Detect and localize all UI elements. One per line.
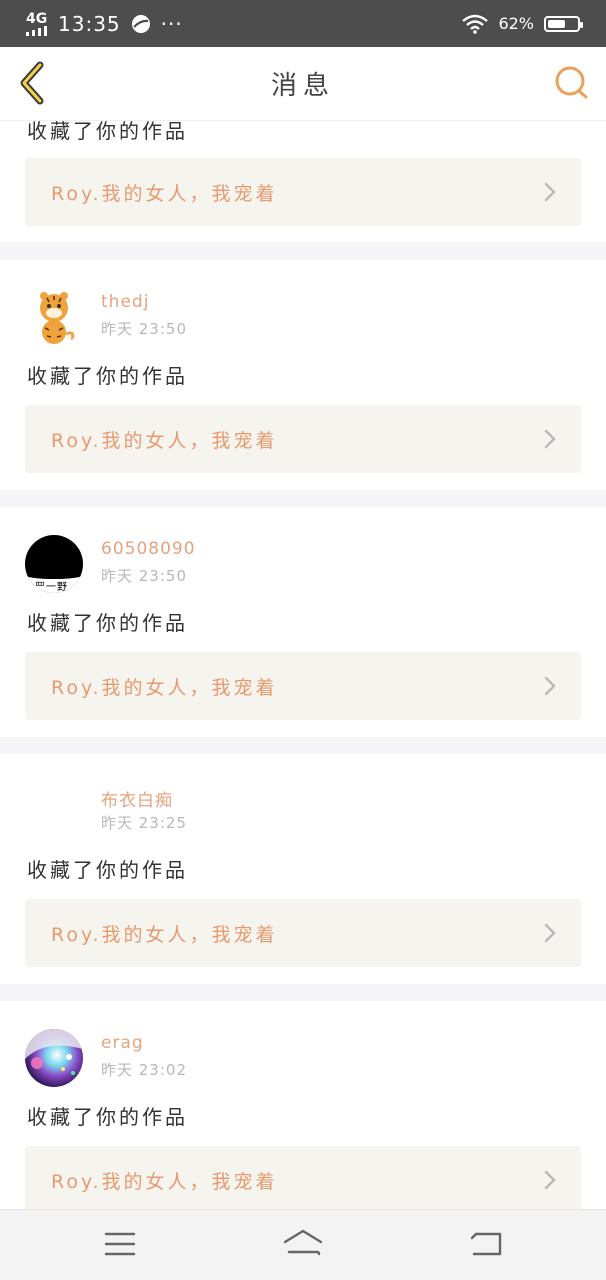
return-button[interactable] [466, 1228, 506, 1262]
work-link[interactable]: Roy.我的女人，我宠着 [25, 652, 581, 720]
signal-bars-icon [26, 25, 47, 36]
work-link[interactable]: Roy.我的女人，我宠着 [25, 158, 581, 226]
back-button[interactable] [16, 61, 50, 105]
page-title: 消息 [270, 71, 335, 101]
message-list[interactable]: 收藏了你的作品 Roy.我的女人，我宠着 thedj 昨天 23:50 收藏了你… [0, 121, 606, 1209]
app-notification-icon [131, 14, 150, 33]
network-type: 4G [26, 10, 48, 27]
battery-icon [544, 15, 583, 32]
work-link[interactable]: Roy.我的女人，我宠着 [25, 405, 581, 473]
work-title: Roy.我的女人，我宠着 [51, 182, 278, 205]
chevron-left-icon [20, 61, 44, 105]
chevron-right-icon [544, 1170, 556, 1190]
message-action-text: 收藏了你的作品 [27, 611, 188, 635]
avatar-caption: 罒一野 [35, 582, 68, 593]
message-card: 布衣白痴 昨天 23:25 收藏了你的作品 Roy.我的女人，我宠着 [0, 754, 606, 984]
menu-icon [104, 1232, 136, 1256]
search-icon [555, 66, 588, 99]
user-avatar[interactable] [25, 782, 83, 840]
chevron-right-icon [544, 923, 556, 943]
return-icon [470, 1232, 502, 1256]
clock: 13:35 [58, 11, 121, 36]
message-action-text: 收藏了你的作品 [27, 858, 188, 882]
battery-percent: 62% [498, 14, 534, 33]
user-avatar[interactable]: 罒一野 [25, 535, 83, 593]
work-link[interactable]: Roy.我的女人，我宠着 [25, 1146, 581, 1209]
work-title: Roy.我的女人，我宠着 [51, 676, 278, 699]
status-right: 62% [462, 14, 583, 34]
page-header: 消息 [0, 47, 606, 121]
username-link[interactable]: 布衣白痴 [101, 786, 173, 811]
message-card: 罒一野 60508090 昨天 23:50 收藏了你的作品 Roy.我的女人，我… [0, 507, 606, 737]
menu-button[interactable] [100, 1228, 140, 1262]
more-notifications-icon: ··· [160, 11, 183, 36]
message-time: 昨天 23:50 [101, 320, 187, 338]
chevron-right-icon [544, 182, 556, 202]
work-link[interactable]: Roy.我的女人，我宠着 [25, 899, 581, 967]
status-left: 4G 13:35 ··· [26, 12, 183, 36]
message-time: 昨天 23:25 [101, 814, 187, 832]
username-link[interactable]: thedj [101, 292, 149, 312]
message-action-text: 收藏了你的作品 [27, 121, 188, 143]
message-time: 昨天 23:02 [101, 1061, 187, 1079]
username-link[interactable]: 60508090 [101, 539, 196, 559]
search-button[interactable] [554, 65, 590, 101]
chevron-right-icon [544, 429, 556, 449]
work-title: Roy.我的女人，我宠着 [51, 1170, 278, 1193]
galaxy-avatar-icon [25, 1029, 83, 1087]
signal-icon: 4G [26, 12, 48, 36]
message-action-text: 收藏了你的作品 [27, 364, 188, 388]
wifi-icon [462, 14, 489, 34]
work-title: Roy.我的女人，我宠着 [51, 923, 278, 946]
system-nav-bar [0, 1209, 606, 1280]
home-button[interactable] [283, 1228, 323, 1262]
message-action-text: 收藏了你的作品 [27, 1105, 188, 1129]
status-bar: 4G 13:35 ··· 62% [0, 0, 606, 47]
message-time: 昨天 23:50 [101, 567, 187, 585]
user-avatar[interactable] [25, 288, 83, 346]
chevron-right-icon [544, 676, 556, 696]
user-avatar[interactable] [25, 1029, 83, 1087]
message-card: thedj 昨天 23:50 收藏了你的作品 Roy.我的女人，我宠着 [0, 260, 606, 490]
tiger-avatar-icon [25, 288, 83, 346]
app-screen: 4G 13:35 ··· 62% 消息 收藏了你的作品 Roy.我的女人，我宠着… [0, 0, 606, 1280]
message-card: 收藏了你的作品 Roy.我的女人，我宠着 [0, 121, 606, 242]
work-title: Roy.我的女人，我宠着 [51, 429, 278, 452]
username-link[interactable]: erag [101, 1033, 144, 1053]
home-icon [283, 1229, 323, 1256]
battery-fill [548, 19, 565, 28]
message-card: erag 昨天 23:02 收藏了你的作品 Roy.我的女人，我宠着 [0, 1001, 606, 1209]
